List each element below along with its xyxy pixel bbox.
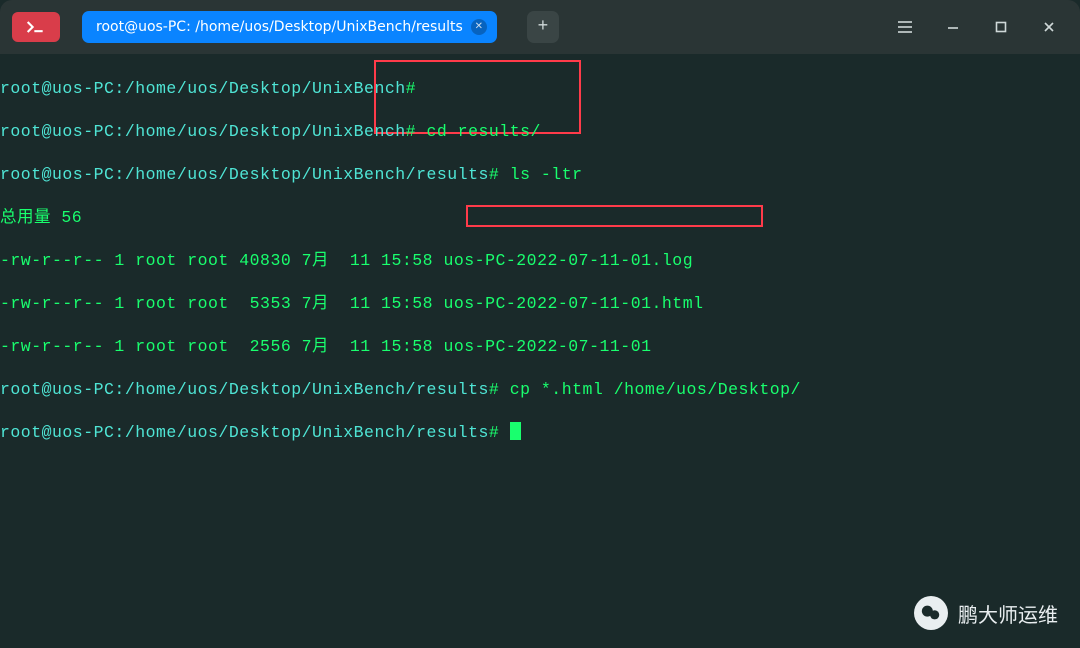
cmd-ls: ls -ltr xyxy=(499,165,582,184)
maximize-button[interactable] xyxy=(978,7,1024,47)
ls-total: 总用量 56 xyxy=(0,207,1080,229)
prompt-hash: # xyxy=(489,380,499,399)
new-tab-button[interactable]: + xyxy=(527,11,559,43)
prompt-icon xyxy=(26,19,46,35)
titlebar: root@uos-PC: /home/uos/Desktop/UnixBench… xyxy=(0,0,1080,54)
wechat-icon xyxy=(914,596,948,630)
prompt: root@uos-PC:/home/uos/Desktop/UnixBench/… xyxy=(0,165,489,184)
menu-button[interactable] xyxy=(882,7,928,47)
maximize-icon xyxy=(994,20,1008,34)
close-button[interactable] xyxy=(1026,7,1072,47)
active-tab[interactable]: root@uos-PC: /home/uos/Desktop/UnixBench… xyxy=(82,11,497,43)
window-controls xyxy=(882,7,1072,47)
ls-row: -rw-r--r-- 1 root root 5353 7月 11 15:58 … xyxy=(0,293,1080,315)
terminal-app-icon[interactable] xyxy=(12,12,60,42)
prompt-hash: # xyxy=(406,79,416,98)
prompt-hash: # xyxy=(406,122,416,141)
tab-title: root@uos-PC: /home/uos/Desktop/UnixBench… xyxy=(96,19,463,35)
prompt: root@uos-PC:/home/uos/Desktop/UnixBench/… xyxy=(0,423,489,442)
watermark-text: 鹏大师运维 xyxy=(958,599,1058,628)
minimize-button[interactable] xyxy=(930,7,976,47)
watermark: 鹏大师运维 xyxy=(914,596,1058,630)
hamburger-icon xyxy=(897,21,913,33)
prompt: root@uos-PC:/home/uos/Desktop/UnixBench xyxy=(0,79,406,98)
ls-row: -rw-r--r-- 1 root root 40830 7月 11 15:58… xyxy=(0,250,1080,272)
prompt: root@uos-PC:/home/uos/Desktop/UnixBench xyxy=(0,122,406,141)
prompt: root@uos-PC:/home/uos/Desktop/UnixBench/… xyxy=(0,380,489,399)
terminal-output[interactable]: root@uos-PC:/home/uos/Desktop/UnixBench#… xyxy=(0,54,1080,465)
cmd-cd: cd results/ xyxy=(416,122,541,141)
tab-close-button[interactable]: ✕ xyxy=(471,19,487,35)
prompt-hash: # xyxy=(489,165,499,184)
ls-row: -rw-r--r-- 1 root root 2556 7月 11 15:58 … xyxy=(0,336,1080,358)
cursor xyxy=(510,422,521,440)
cmd-cp: cp *.html /home/uos/Desktop/ xyxy=(499,380,801,399)
minimize-icon xyxy=(946,20,960,34)
prompt-hash: # xyxy=(489,423,499,442)
close-icon xyxy=(1042,20,1056,34)
plus-icon: + xyxy=(537,17,548,37)
